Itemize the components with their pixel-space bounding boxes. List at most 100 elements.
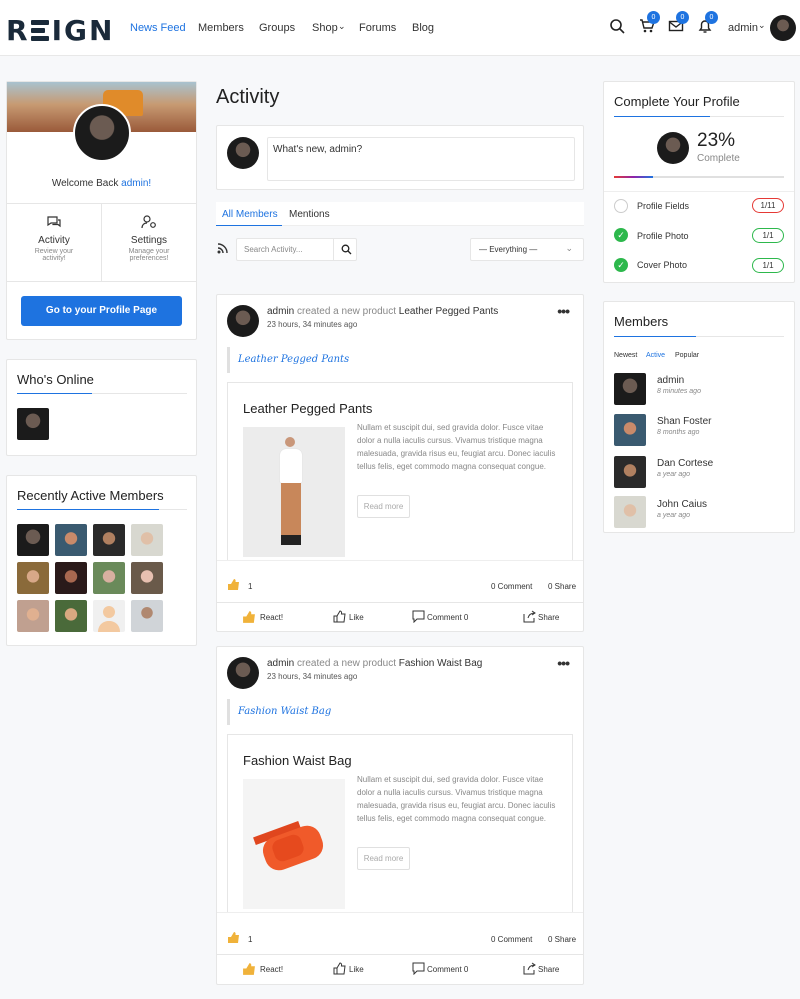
member-avatar[interactable] (55, 524, 87, 556)
activity-shortcut[interactable]: Activity Review your activity! (7, 203, 101, 281)
post-product-link[interactable]: Leather Pegged Pants (399, 306, 499, 317)
member-avatar[interactable] (17, 562, 49, 594)
member-avatar[interactable] (17, 524, 49, 556)
comment-button[interactable]: Comment 0 (427, 613, 468, 622)
page-title: Activity (216, 86, 280, 108)
activity-filter-select[interactable]: — Everything — ⌄ (470, 238, 584, 261)
comment-count[interactable]: 0 Comment (491, 582, 532, 591)
product-title[interactable]: Fashion Waist Bag (243, 753, 352, 768)
like-icon (333, 962, 346, 975)
share-button[interactable]: Share (538, 965, 559, 974)
comment-count[interactable]: 0 Comment (491, 935, 532, 944)
product-title[interactable]: Leather Pegged Pants (243, 401, 372, 416)
member-avatar[interactable] (55, 562, 87, 594)
product-card: Fashion Waist Bag Nullam et suscipit dui… (227, 734, 573, 912)
filter-active[interactable]: Active (646, 352, 665, 359)
user-avatar[interactable] (770, 15, 796, 41)
post-author[interactable]: admin (267, 306, 294, 317)
profile-fields-label[interactable]: Profile Fields (637, 201, 689, 211)
profile-photo-label[interactable]: Profile Photo (637, 231, 689, 241)
member-name[interactable]: Shan Foster (657, 416, 711, 427)
member-avatar[interactable] (55, 600, 87, 632)
search-icon[interactable] (609, 18, 625, 34)
member-name[interactable]: admin (657, 375, 684, 386)
member-avatar[interactable] (131, 524, 163, 556)
online-member-avatar[interactable] (17, 408, 49, 440)
post-action: created a new product (297, 658, 396, 669)
member-avatar[interactable] (614, 456, 646, 488)
read-more-button[interactable]: Read more (357, 495, 410, 518)
cart-button[interactable]: 0 (639, 11, 660, 34)
nav-blog[interactable]: Blog (412, 22, 434, 34)
member-avatar[interactable] (614, 373, 646, 405)
settings-shortcut[interactable]: Settings Manage your preferences! (102, 203, 196, 281)
like-button[interactable]: Like (349, 965, 364, 974)
welcome-username[interactable]: admin! (121, 178, 151, 189)
nav-members[interactable]: Members (198, 22, 244, 34)
tab-all-members[interactable]: All Members (222, 209, 278, 220)
member-name[interactable]: Dan Cortese (657, 458, 713, 469)
search-activity-input[interactable]: Search Activity... (244, 245, 303, 254)
profile-progress-bar (614, 176, 784, 178)
product-image[interactable] (243, 779, 345, 909)
default-avatar[interactable] (93, 600, 125, 632)
share-count[interactable]: 0 Share (548, 935, 576, 944)
comment-icon (412, 962, 425, 975)
reaction-count[interactable]: 1 (248, 935, 252, 944)
share-count[interactable]: 0 Share (548, 582, 576, 591)
profile-avatar[interactable] (73, 104, 131, 162)
tab-mentions[interactable]: Mentions (289, 209, 330, 220)
member-avatar[interactable] (93, 524, 125, 556)
chevron-down-icon: ⌄ (565, 243, 573, 253)
quote-bar (227, 699, 230, 725)
member-last-active: 8 minutes ago (657, 388, 701, 395)
whats-new-input[interactable]: What's new, admin? (267, 137, 575, 181)
member-avatar[interactable] (93, 562, 125, 594)
nav-forums[interactable]: Forums (359, 22, 396, 34)
like-button[interactable]: Like (349, 613, 364, 622)
post-header: admin created a new product Fashion Wais… (267, 658, 482, 669)
messages-button[interactable]: 0 (668, 11, 689, 34)
search-activity-field[interactable]: Search Activity... (236, 238, 357, 261)
user-menu-name[interactable]: admin (728, 22, 758, 34)
more-options-icon[interactable]: ••• (557, 303, 570, 319)
checkmark-icon: ✓ (614, 258, 628, 272)
messages-count-badge: 0 (676, 11, 689, 24)
profile-page-button[interactable]: Go to your Profile Page (21, 296, 182, 326)
filter-newest[interactable]: Newest (614, 352, 637, 359)
post-author-avatar[interactable] (227, 657, 259, 689)
search-icon[interactable] (341, 244, 352, 255)
member-avatar[interactable] (17, 600, 49, 632)
reaction-count[interactable]: 1 (248, 582, 252, 591)
react-button[interactable]: React! (260, 613, 283, 622)
cover-photo-label[interactable]: Cover Photo (637, 260, 687, 270)
member-avatar[interactable] (614, 414, 646, 446)
read-more-button[interactable]: Read more (357, 847, 410, 870)
welcome-text: Welcome Back admin! (51, 178, 152, 189)
member-name[interactable]: John Caius (657, 499, 707, 510)
post-time: 23 hours, 34 minutes ago (267, 320, 358, 329)
member-avatar[interactable] (131, 562, 163, 594)
rss-icon[interactable] (217, 243, 228, 254)
post-author-avatar[interactable] (227, 305, 259, 337)
nav-shop[interactable]: Shop (312, 22, 338, 34)
nav-groups[interactable]: Groups (259, 22, 295, 34)
product-image[interactable] (243, 427, 345, 557)
post-author[interactable]: admin (267, 658, 294, 669)
comment-button[interactable]: Comment 0 (427, 965, 468, 974)
member-avatar[interactable] (131, 600, 163, 632)
site-logo[interactable]: R IGN (6, 14, 114, 47)
notifications-count-badge: 0 (705, 11, 718, 24)
post-product-link[interactable]: Fashion Waist Bag (399, 658, 483, 669)
member-avatar[interactable] (614, 496, 646, 528)
profile-percent: 23% (697, 130, 736, 151)
activity-tabs: All Members Mentions (216, 202, 584, 226)
share-button[interactable]: Share (538, 613, 559, 622)
whos-online-title: Who's Online (17, 372, 94, 387)
notifications-button[interactable]: 0 (697, 11, 718, 34)
react-button[interactable]: React! (260, 965, 283, 974)
filter-popular[interactable]: Popular (675, 352, 699, 359)
nav-news-feed[interactable]: News Feed (130, 22, 186, 34)
more-options-icon[interactable]: ••• (557, 655, 570, 671)
divider (614, 116, 784, 117)
